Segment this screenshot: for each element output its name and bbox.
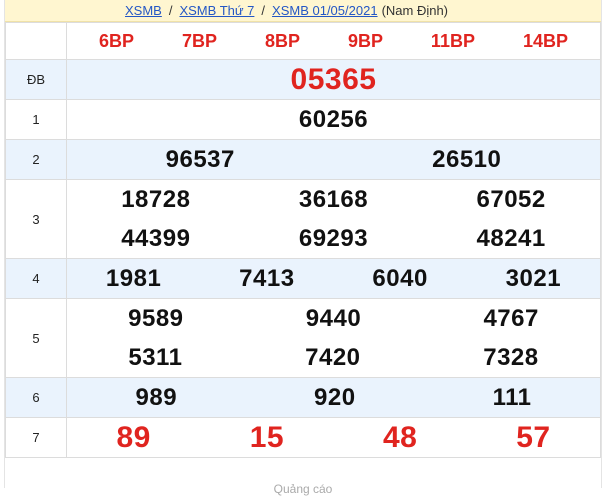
prize-number: 48241 bbox=[476, 224, 546, 252]
prize-number: 96537 bbox=[165, 145, 235, 173]
breadcrumb-separator: / bbox=[261, 3, 266, 18]
breadcrumb-link-xsmb-thu7[interactable]: XSMB Thứ 7 bbox=[179, 3, 254, 18]
results-table: 6BP 7BP 8BP 9BP 11BP 14BP ĐB 05365 1 602… bbox=[5, 22, 601, 458]
prize-row-db: ĐB 05365 bbox=[5, 59, 601, 100]
prize-numbers: 96537 26510 bbox=[66, 139, 601, 180]
breadcrumb-separator: / bbox=[168, 3, 173, 18]
breadcrumb-province: (Nam Định) bbox=[381, 3, 449, 18]
prize-row-2: 2 96537 26510 bbox=[5, 139, 601, 180]
prize-label: 2 bbox=[5, 139, 67, 180]
prize-number: 9589 bbox=[128, 304, 184, 332]
prize-label: 4 bbox=[5, 258, 67, 299]
results-container: XSMB / XSMB Thứ 7 / XSMB 01/05/2021 (Nam… bbox=[4, 0, 602, 496]
prize-row-7: 7 89 15 48 57 bbox=[5, 417, 601, 458]
prize-number: 60256 bbox=[298, 105, 369, 133]
code-badge: 9BP bbox=[347, 30, 383, 51]
code-badge: 11BP bbox=[430, 30, 475, 51]
code-badge: 6BP bbox=[98, 30, 134, 51]
prize-numbers: 989 920 111 bbox=[66, 377, 601, 418]
prize-label: 3 bbox=[5, 179, 67, 259]
codes-cell: 6BP 7BP 8BP 9BP 11BP 14BP bbox=[66, 22, 601, 60]
prize-number: 44399 bbox=[121, 224, 191, 252]
prize-number: 69293 bbox=[298, 224, 369, 252]
prize-number: 36168 bbox=[298, 185, 369, 213]
prize-number: 6040 bbox=[372, 264, 428, 292]
prize-row-3: 3 18728 36168 67052 44399 69293 48241 bbox=[5, 179, 601, 259]
prize-numbers: 18728 36168 67052 44399 69293 48241 bbox=[66, 179, 601, 259]
prize-number: 1981 bbox=[105, 264, 162, 292]
ads-label: Quảng cáo bbox=[273, 482, 333, 496]
prize-number: 48 bbox=[382, 420, 418, 454]
prize-number: 920 bbox=[314, 383, 356, 411]
breadcrumb: XSMB / XSMB Thứ 7 / XSMB 01/05/2021 (Nam… bbox=[5, 0, 601, 22]
prize-number: 7420 bbox=[305, 343, 361, 371]
prize-number: 7413 bbox=[239, 264, 295, 292]
prize-number: 3021 bbox=[505, 264, 562, 292]
code-badge: 7BP bbox=[181, 30, 217, 51]
prize-number: 89 bbox=[116, 420, 151, 454]
codes-label-cell bbox=[5, 22, 67, 60]
breadcrumb-link-xsmb[interactable]: XSMB bbox=[125, 3, 162, 18]
prize-label: 5 bbox=[5, 298, 67, 378]
prize-label: 7 bbox=[5, 417, 67, 458]
prize-numbers: 60256 bbox=[66, 99, 601, 140]
prize-label: ĐB bbox=[5, 59, 67, 100]
prize-row-5: 5 9589 9440 4767 5311 7420 7328 bbox=[5, 298, 601, 378]
prize-row-4: 4 1981 7413 6040 3021 bbox=[5, 258, 601, 299]
prize-number: 9440 bbox=[305, 304, 362, 332]
prize-number: 57 bbox=[516, 420, 551, 454]
code-badge: 14BP bbox=[522, 30, 568, 51]
prize-number: 26510 bbox=[432, 145, 502, 173]
prize-numbers: 1981 7413 6040 3021 bbox=[66, 258, 601, 299]
prize-number: 4767 bbox=[483, 304, 539, 332]
codes-row: 6BP 7BP 8BP 9BP 11BP 14BP bbox=[5, 22, 601, 60]
prize-number: 5311 bbox=[128, 343, 183, 371]
prize-label: 6 bbox=[5, 377, 67, 418]
special-prize-number: 05365 bbox=[290, 62, 377, 96]
prize-number: 67052 bbox=[476, 185, 546, 213]
prize-row-1: 1 60256 bbox=[5, 99, 601, 140]
prize-number: 111 bbox=[492, 383, 532, 411]
prize-number: 989 bbox=[135, 383, 178, 411]
code-badge: 8BP bbox=[264, 30, 300, 51]
prize-number: 18728 bbox=[121, 185, 191, 213]
breadcrumb-link-xsmb-date[interactable]: XSMB 01/05/2021 bbox=[272, 3, 378, 18]
prize-number: 7328 bbox=[483, 343, 539, 371]
prize-numbers: 9589 9440 4767 5311 7420 7328 bbox=[66, 298, 601, 378]
prize-number: 15 bbox=[249, 420, 285, 454]
prize-numbers: 05365 bbox=[66, 59, 601, 100]
prize-numbers: 89 15 48 57 bbox=[66, 417, 601, 458]
prize-label: 1 bbox=[5, 99, 67, 140]
prize-row-6: 6 989 920 111 bbox=[5, 377, 601, 418]
